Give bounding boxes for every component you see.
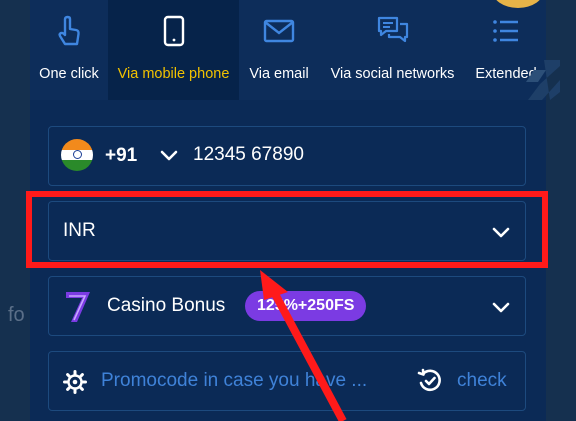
- chevron-down-icon: [492, 302, 510, 313]
- tab-via-email[interactable]: Via email: [239, 0, 319, 100]
- currency-value: INR: [63, 220, 96, 241]
- mobile-phone-icon: [163, 15, 184, 47]
- currency-select[interactable]: INR: [48, 201, 526, 261]
- registration-tabs: One click Via mobile phone Via email Via…: [30, 0, 546, 100]
- chat-bubbles-icon: [377, 16, 408, 43]
- tab-label: Extended: [475, 66, 537, 82]
- promocode-input[interactable]: Promocode in case you have ...: [101, 370, 367, 392]
- chevron-down-icon: [492, 227, 510, 238]
- phone-number-input[interactable]: 12345 67890: [193, 144, 304, 166]
- promocode-field[interactable]: Promocode in case you have ... check: [48, 351, 526, 411]
- seven-casino-icon: [66, 292, 90, 322]
- gear-icon: [63, 370, 87, 394]
- chevron-down-icon[interactable]: [159, 145, 179, 165]
- india-flag-icon[interactable]: [61, 139, 93, 171]
- background-text: fo: [8, 304, 25, 326]
- tab-label: One click: [39, 66, 99, 82]
- hand-pointer-icon: [58, 15, 80, 46]
- tab-via-mobile-phone[interactable]: Via mobile phone: [108, 0, 239, 100]
- tab-extended[interactable]: Extended: [466, 0, 546, 100]
- tab-one-click[interactable]: One click: [30, 0, 108, 100]
- bonus-badge: 125%+250FS: [245, 291, 367, 321]
- list-icon: [493, 20, 518, 42]
- tab-label: Via social networks: [330, 66, 455, 82]
- envelope-icon: [263, 19, 295, 43]
- refresh-check-icon[interactable]: [417, 368, 443, 394]
- bonus-label: Casino Bonus: [107, 295, 226, 316]
- tab-label: Via email: [249, 66, 309, 82]
- country-code[interactable]: +91: [105, 145, 137, 167]
- tab-label: Via mobile phone: [117, 66, 230, 82]
- check-button[interactable]: check: [457, 370, 507, 392]
- background-left: [0, 0, 30, 421]
- tab-via-social-networks[interactable]: Via social networks: [319, 0, 466, 100]
- bonus-select[interactable]: Casino Bonus 125%+250FS: [48, 276, 526, 336]
- background-right: [546, 0, 576, 421]
- phone-field[interactable]: +91 12345 67890: [48, 126, 526, 186]
